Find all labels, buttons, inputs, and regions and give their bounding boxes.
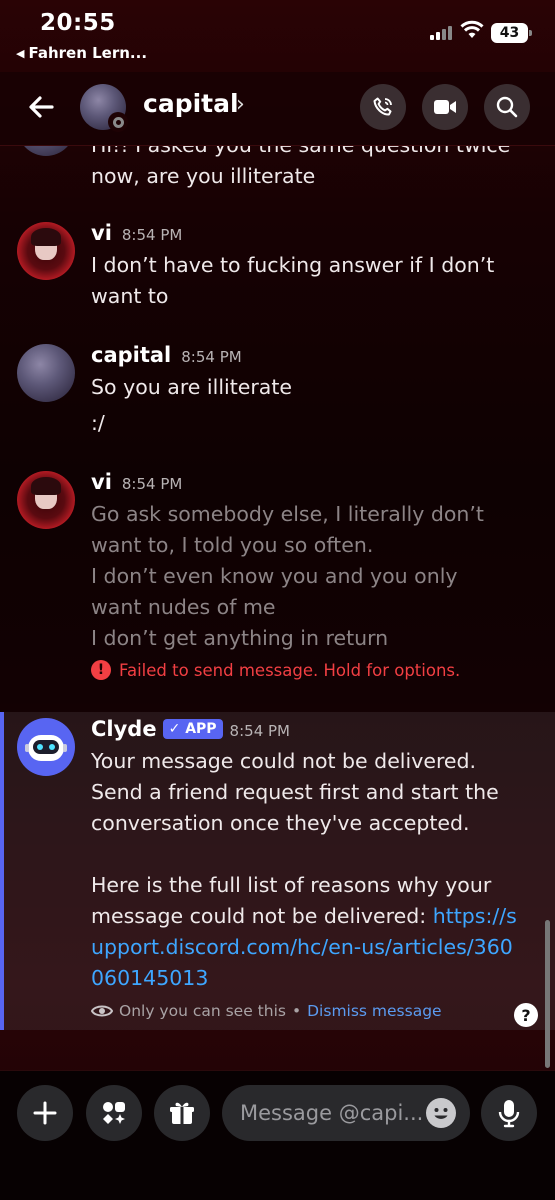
- plus-icon: [33, 1101, 57, 1125]
- emoji-icon: [434, 1108, 448, 1119]
- gift-icon: [170, 1102, 194, 1124]
- offline-status-icon: [108, 112, 128, 132]
- back-to-app-link[interactable]: ◀ Fahren Lern...: [16, 44, 147, 62]
- back-app-label: Fahren Lern...: [28, 44, 148, 62]
- message-timestamp: 8:54 PM: [121, 226, 183, 244]
- video-call-button[interactable]: [422, 84, 468, 130]
- clyde-bot-icon: [25, 735, 67, 761]
- dismiss-message-link[interactable]: Dismiss message: [307, 1002, 441, 1020]
- message-timestamp: 8:54 PM: [121, 475, 183, 493]
- failed-to-send-notice[interactable]: ! Failed to send message. Hold for optio…: [91, 660, 460, 680]
- message-author[interactable]: vi 8:54 PM: [91, 470, 182, 494]
- search-icon: [496, 96, 518, 118]
- message-composer: [0, 1070, 555, 1200]
- avatar[interactable]: [17, 222, 75, 280]
- message-text: Your message could not be delivered. Sen…: [91, 749, 517, 990]
- video-camera-icon: [434, 100, 456, 114]
- status-bar: 20:55 ◀ Fahren Lern... 43: [0, 0, 555, 72]
- channel-header: capital ›: [0, 72, 555, 146]
- battery-indicator: 43: [491, 23, 532, 43]
- exclamation-icon: !: [91, 660, 111, 680]
- eye-icon: [91, 1005, 113, 1017]
- ephemeral-notice: Only you can see this • Dismiss message: [91, 1002, 442, 1020]
- message-text: So you are illiterate :/: [91, 375, 292, 435]
- question-icon[interactable]: ?: [514, 1003, 538, 1027]
- voice-call-button[interactable]: [360, 84, 406, 130]
- app-badge: ✓ APP: [162, 719, 223, 739]
- message-author[interactable]: vi 8:54 PM: [91, 221, 182, 245]
- scrollbar[interactable]: [545, 920, 550, 1068]
- search-button[interactable]: [484, 84, 530, 130]
- avatar[interactable]: [17, 146, 75, 156]
- phone-icon: [373, 97, 392, 116]
- message-text: Hi!! I asked you the same question twice…: [91, 146, 510, 188]
- gift-button[interactable]: [154, 1085, 210, 1141]
- voice-message-button[interactable]: [481, 1085, 537, 1141]
- message-timestamp: 8:54 PM: [181, 348, 242, 366]
- message-list[interactable]: Hi!! I asked you the same question twice…: [0, 146, 555, 1070]
- microphone-icon: [498, 1100, 520, 1128]
- message-author[interactable]: Clyde ✓ APP 8:54 PM: [91, 717, 290, 741]
- chevron-right-icon[interactable]: ›: [236, 92, 245, 117]
- cellular-signal-icon: [430, 26, 452, 40]
- avatar[interactable]: [17, 471, 75, 529]
- emoji-button[interactable]: [426, 1098, 456, 1128]
- message-author[interactable]: capital 8:54 PM: [91, 343, 242, 367]
- arrow-left-icon[interactable]: [24, 90, 58, 124]
- avatar[interactable]: [17, 344, 75, 402]
- clyde-avatar[interactable]: [17, 718, 75, 776]
- back-triangle-icon: ◀: [16, 46, 25, 60]
- message-text: I don’t have to fucking answer if I don’…: [91, 253, 495, 308]
- wifi-icon: [460, 20, 484, 38]
- message-timestamp: 8:54 PM: [229, 722, 290, 740]
- clyde-message[interactable]: Clyde ✓ APP 8:54 PM Your message could not…: [0, 712, 555, 1030]
- channel-name[interactable]: capital: [143, 89, 239, 118]
- message-text: Go ask somebody else, I literally don’t …: [91, 502, 484, 650]
- apps-button[interactable]: [86, 1085, 142, 1141]
- add-attachment-button[interactable]: [17, 1085, 73, 1141]
- status-time: 20:55: [40, 10, 116, 36]
- apps-icon: [103, 1102, 125, 1124]
